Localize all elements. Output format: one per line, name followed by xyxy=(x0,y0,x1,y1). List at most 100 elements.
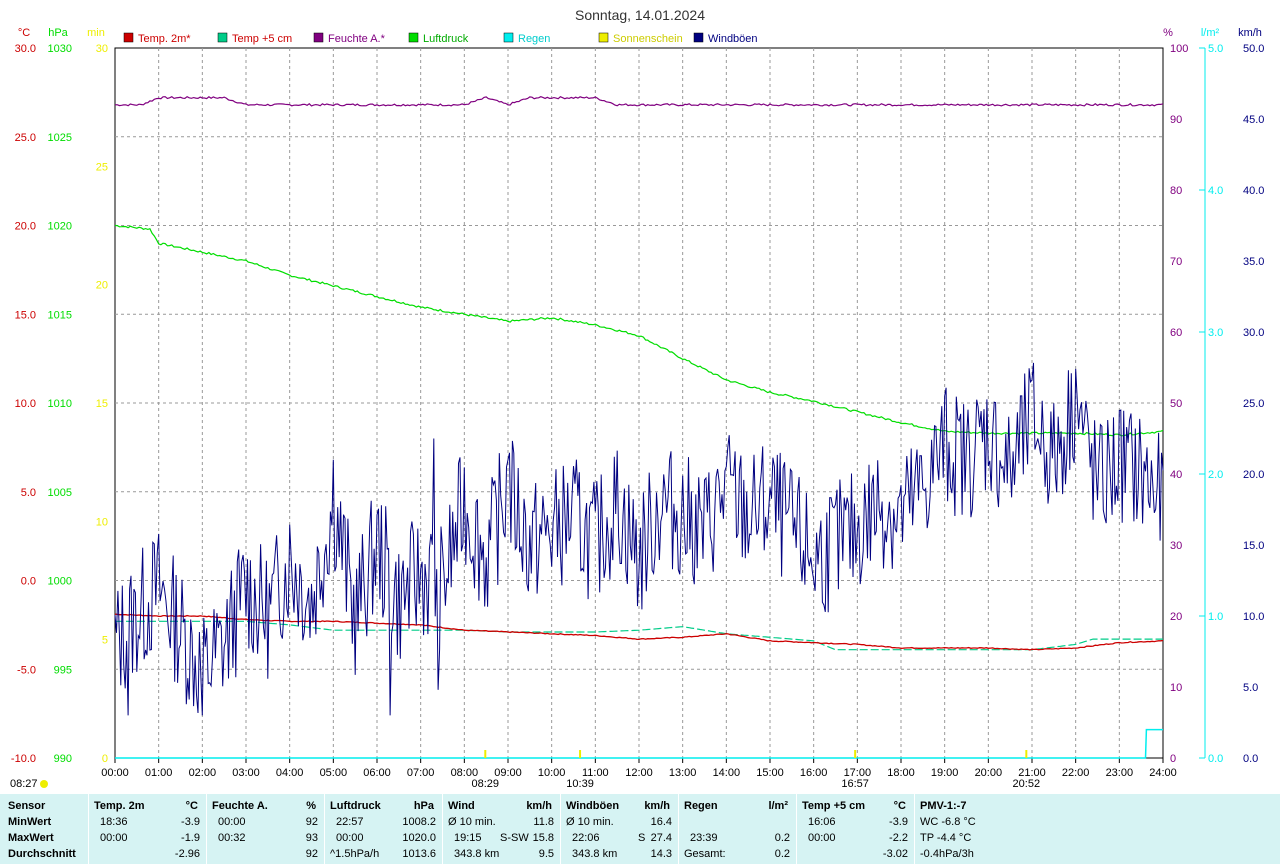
unit-pressure: hPa xyxy=(48,27,68,39)
x-tick-label: 20:00 xyxy=(975,767,1003,779)
wind-tick-label: 15.0 xyxy=(1243,540,1264,552)
temp5-max-time: 00:00 xyxy=(808,832,836,844)
humidity-tick-label: 100 xyxy=(1170,43,1188,55)
x-tick-label: 14:00 xyxy=(713,767,741,779)
legend-label: Regen xyxy=(518,33,550,45)
temp-tick-label: 25.0 xyxy=(15,132,36,144)
row-label-sensor: Sensor xyxy=(8,800,46,812)
legend-swatch xyxy=(313,32,324,43)
stats-col-pmv: PMV-1:-7 WC -6.8 °C TP -4.4 °C -0.4hPa/3… xyxy=(914,794,1280,864)
temp2m-min-time: 18:36 xyxy=(100,816,128,828)
wind-tick-label: 0.0 xyxy=(1243,753,1258,765)
wind-min-time: Ø 10 min. xyxy=(448,816,496,828)
humidity-min-time: 00:00 xyxy=(218,816,246,828)
wind-tick-label: 10.0 xyxy=(1243,611,1264,623)
pressure-title: Luftdruck xyxy=(330,800,381,812)
x-tick-label: 04:00 xyxy=(276,767,304,779)
unit-wind: km/h xyxy=(1238,27,1262,39)
pressure-tick-label: 1030 xyxy=(48,43,72,55)
row-label-max: MaxWert xyxy=(8,832,54,844)
x-tick-label: 06:00 xyxy=(363,767,391,779)
wind-tick-label: 50.0 xyxy=(1243,43,1264,55)
legend-swatch xyxy=(408,32,419,43)
temp5-avg-val: -3.02 xyxy=(882,848,908,860)
stats-col-rain: Regen l/m² 23:39 0.2 Gesamt: 0.2 xyxy=(678,794,797,864)
pressure-tick-label: 1005 xyxy=(48,487,72,499)
humidity-max-val: 93 xyxy=(305,832,318,844)
rain-max-val: 0.2 xyxy=(774,832,790,844)
legend-swatch xyxy=(503,32,514,43)
temp2m-max-time: 00:00 xyxy=(100,832,128,844)
pressure-unit: hPa xyxy=(413,800,434,812)
pressure-tick-label: 1015 xyxy=(48,309,72,321)
x-tick-label: 22:00 xyxy=(1062,767,1090,779)
x-tick-label: 13:00 xyxy=(669,767,697,779)
wind-tick-label: 5.0 xyxy=(1243,682,1258,694)
rain-max-time: 23:39 xyxy=(690,832,718,844)
legend-label: Luftdruck xyxy=(423,33,469,45)
unit-humidity: % xyxy=(1163,27,1173,39)
humidity-tick-label: 80 xyxy=(1170,185,1182,197)
temp2m-max-val: -1.9 xyxy=(181,832,200,844)
pmv-dewpoint: TP -4.4 °C xyxy=(920,832,972,844)
stats-col-humidity: Feuchte A. % 00:00 92 00:32 93 92 xyxy=(206,794,325,864)
gusts-unit: km/h xyxy=(644,800,670,812)
temp-tick-label: 30.0 xyxy=(15,43,36,55)
wind-max-val: 15.8 xyxy=(532,832,554,844)
pressure-avg-val: 1013.6 xyxy=(402,848,436,860)
sun-marker-label: 10:39 xyxy=(566,778,594,790)
x-tick-label: 01:00 xyxy=(145,767,173,779)
row-label-min: MinWert xyxy=(8,816,52,828)
legend-label: Windböen xyxy=(708,33,758,45)
temp-tick-label: -10.0 xyxy=(11,753,36,765)
temp-tick-label: 5.0 xyxy=(21,487,36,499)
humidity-avg-val: 92 xyxy=(305,848,318,860)
grid xyxy=(114,47,1164,763)
x-tick-label: 24:00 xyxy=(1149,767,1177,779)
temp2m-title: Temp. 2m xyxy=(94,800,145,812)
gusts-max-dir: S xyxy=(638,832,646,844)
rain-tick-label: 2.0 xyxy=(1208,469,1223,481)
sunrise-time-label: 08:27 xyxy=(10,778,38,790)
wind-avg-val: 9.5 xyxy=(538,848,554,860)
temp-tick-label: 10.0 xyxy=(15,398,36,410)
humidity-min-val: 92 xyxy=(305,816,318,828)
humidity-tick-label: 10 xyxy=(1170,682,1182,694)
temp5-min-time: 16:06 xyxy=(808,816,836,828)
weather-chart: Sonntag, 14.01.2024 00:00 01:00 02:00 03:00… xyxy=(10,7,1264,790)
rain-unit: l/m² xyxy=(768,800,788,812)
wind-max-dir: S-SW xyxy=(500,832,529,844)
humidity-title: Feuchte A. xyxy=(212,800,268,812)
pressure-min-time: 22:57 xyxy=(336,816,364,828)
rain-tick-label: 5.0 xyxy=(1208,43,1223,55)
legend-swatch xyxy=(123,32,134,43)
wind-title: Wind xyxy=(448,800,475,812)
unit-rain: l/m² xyxy=(1201,27,1220,39)
x-tick-label: 10:00 xyxy=(538,767,566,779)
wind-tick-label: 35.0 xyxy=(1243,256,1264,268)
rain-total-val: 0.2 xyxy=(774,848,790,860)
wind-tick-label: 25.0 xyxy=(1243,398,1264,410)
sun-marker-label: 20:52 xyxy=(1013,778,1041,790)
pressure-tick-label: 1010 xyxy=(48,398,72,410)
x-tick-label: 18:00 xyxy=(887,767,915,779)
temp-tick-label: 20.0 xyxy=(15,221,36,233)
x-tick-label: 15:00 xyxy=(756,767,784,779)
wind-min-val: 11.8 xyxy=(533,816,554,828)
legend: Temp. 2m* Temp +5 cm Feuchte A.* Luftdruck R… xyxy=(123,32,758,45)
sunrise-icon xyxy=(40,780,48,788)
pmv-title: PMV-1:-7 xyxy=(920,800,967,812)
row-label-avg: Durchschnitt xyxy=(8,848,76,860)
minutes-tick-label: 15 xyxy=(96,398,108,410)
gusts-max-time: 22:06 xyxy=(572,832,600,844)
legend-swatch xyxy=(693,32,704,43)
temp-tick-label: -5.0 xyxy=(17,664,36,676)
sun-marker-label: 08:29 xyxy=(472,778,500,790)
humidity-tick-label: 70 xyxy=(1170,256,1182,268)
legend-label: Temp +5 cm xyxy=(232,33,292,45)
humidity-max-time: 00:32 xyxy=(218,832,246,844)
stats-col-temp2m: Temp. 2m °C 18:36 -3.9 00:00 -1.9 -2.96 xyxy=(88,794,207,864)
statistics-table: Sensor MinWert MaxWert Durchschnitt Temp… xyxy=(0,794,1280,864)
stats-col-gusts: Windböen km/h Ø 10 min. 16.4 22:06 S 27.… xyxy=(560,794,679,864)
stats-col-temp5: Temp +5 cm °C 16:06 -3.9 00:00 -2.2 -3.0… xyxy=(796,794,915,864)
